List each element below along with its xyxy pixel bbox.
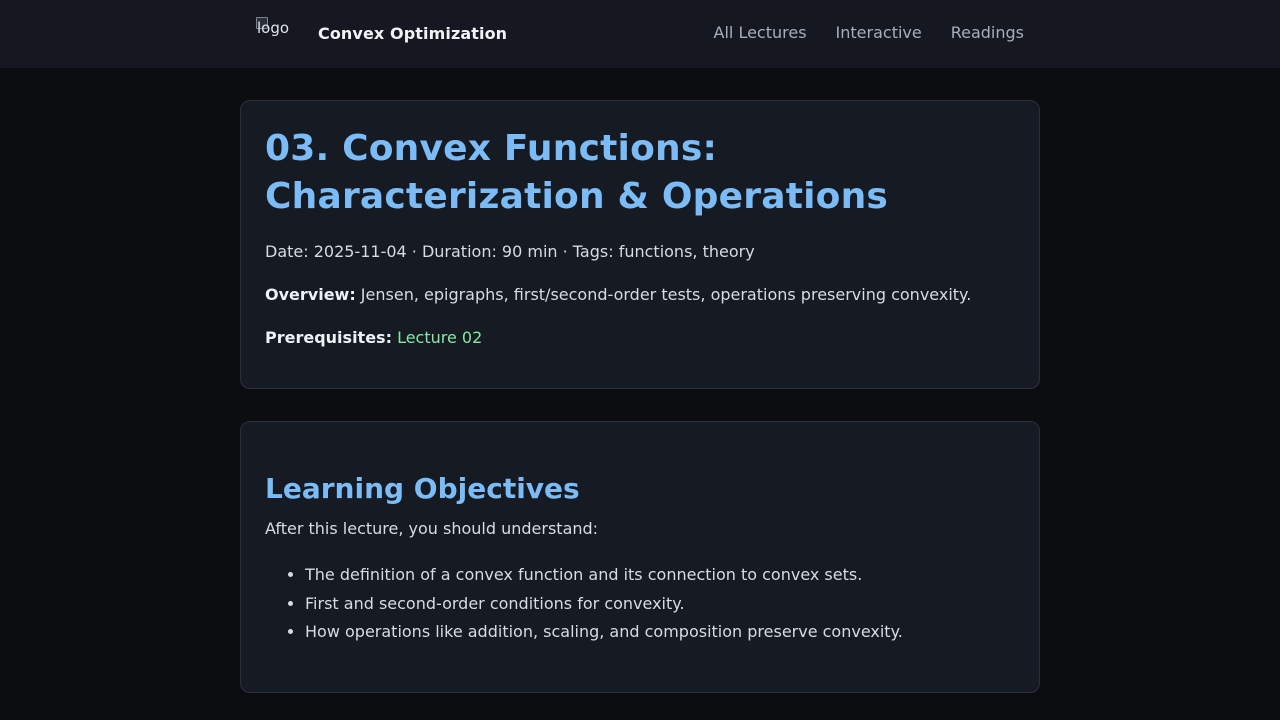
- top-navbar: logo Convex Optimization All Lectures In…: [0, 0, 1280, 68]
- lecture-prerequisites: Prerequisites: Lecture 02: [265, 327, 1015, 349]
- objectives-list: The definition of a convex function and …: [305, 561, 1015, 647]
- lecture-overview: Overview: Jensen, epigraphs, first/secon…: [265, 284, 1015, 306]
- main-nav: All Lectures Interactive Readings: [714, 20, 1024, 46]
- objective-item: The definition of a convex function and …: [305, 561, 1015, 590]
- logo-alt-text: logo: [257, 19, 290, 37]
- lecture-title: 03. Convex Functions: Characterization &…: [265, 128, 889, 217]
- overview-label: Overview:: [265, 285, 356, 304]
- overview-text: Jensen, epigraphs, first/second-order te…: [355, 285, 972, 304]
- nav-link-all-lectures[interactable]: All Lectures: [714, 20, 807, 46]
- objectives-intro: After this lecture, you should understan…: [265, 519, 599, 538]
- learning-objectives-card: Learning Objectives After this lecture, …: [240, 421, 1040, 693]
- logo-image: logo: [256, 15, 312, 51]
- lecture-meta: Date: 2025-11-04 · Duration: 90 min · Ta…: [265, 242, 755, 261]
- nav-link-interactive[interactable]: Interactive: [836, 20, 922, 46]
- prerequisite-link-lecture-02[interactable]: Lecture 02: [397, 328, 482, 347]
- brand[interactable]: logo Convex Optimization: [256, 15, 507, 51]
- lecture-header-card: 03. Convex Functions: Characterization &…: [240, 100, 1040, 389]
- objectives-heading: Learning Objectives: [265, 472, 580, 505]
- objective-item: How operations like addition, scaling, a…: [305, 618, 1015, 647]
- prerequisites-label: Prerequisites:: [265, 328, 392, 347]
- nav-link-readings[interactable]: Readings: [951, 20, 1024, 46]
- site-title[interactable]: Convex Optimization: [318, 24, 507, 43]
- objective-item: First and second-order conditions for co…: [305, 590, 1015, 619]
